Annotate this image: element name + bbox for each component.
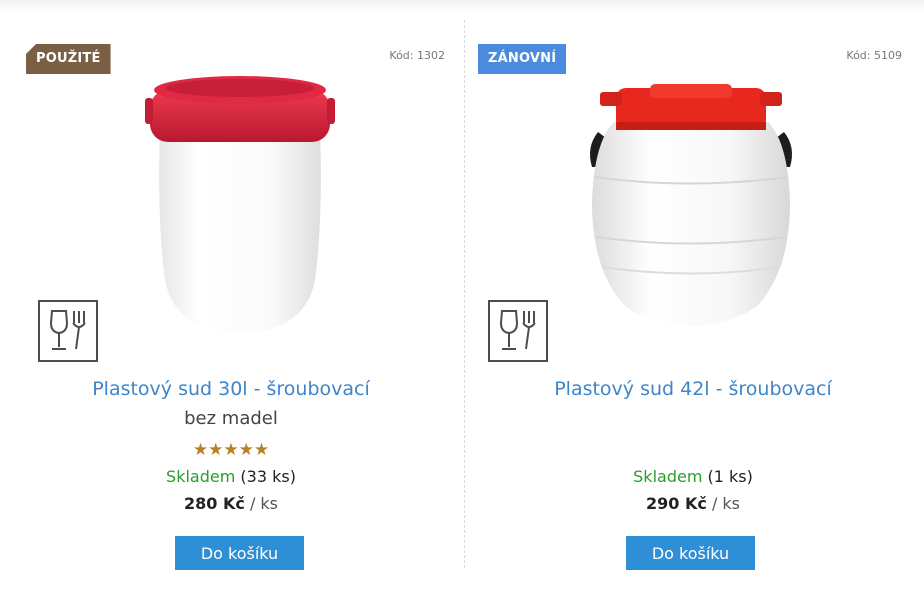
price-unit: / ks bbox=[711, 494, 741, 513]
price-info: 290 Kč / ks bbox=[462, 494, 924, 513]
product-code: Kód: 5109 bbox=[846, 49, 902, 62]
price-value: 290 Kč bbox=[645, 494, 707, 513]
food-safe-icon bbox=[488, 300, 548, 362]
price-value: 280 Kč bbox=[183, 494, 245, 513]
condition-badge: ZÁNOVNÍ bbox=[478, 44, 567, 74]
stock-status: Skladem bbox=[633, 467, 703, 486]
product-code-value: 5109 bbox=[874, 49, 902, 62]
product-name-link[interactable]: Plastový sud 30l - šroubovací bbox=[0, 378, 462, 400]
product-code: Kód: 1302 bbox=[389, 49, 445, 62]
product-card: ZÁNOVNÍ Kód: 5109 Plastový sud 42l - šro… bbox=[462, 0, 924, 594]
product-card: POUŽITÉ Kód: 1302 Plastový sud 30l - šro… bbox=[0, 0, 462, 594]
product-code-value: 1302 bbox=[417, 49, 445, 62]
stock-count: (33 ks) bbox=[240, 467, 296, 486]
stock-count: (1 ks) bbox=[707, 467, 753, 486]
product-image[interactable] bbox=[586, 82, 796, 327]
stock-info: Skladem (33 ks) bbox=[0, 467, 462, 486]
add-to-cart-button[interactable]: Do košíku bbox=[175, 536, 304, 570]
product-subtitle: bez madel bbox=[184, 408, 278, 429]
price-unit: / ks bbox=[249, 494, 279, 513]
food-safe-icon bbox=[38, 300, 98, 362]
product-image[interactable] bbox=[145, 70, 335, 335]
price-info: 280 Kč / ks bbox=[0, 494, 462, 513]
product-code-label: Kód: bbox=[389, 49, 414, 62]
product-code-label: Kód: bbox=[846, 49, 871, 62]
condition-badge: POUŽITÉ bbox=[26, 44, 111, 74]
stock-info: Skladem (1 ks) bbox=[462, 467, 924, 486]
rating-stars: ★★★★★ bbox=[192, 440, 270, 460]
stock-status: Skladem bbox=[166, 467, 236, 486]
product-name-link[interactable]: Plastový sud 42l - šroubovací bbox=[462, 378, 924, 400]
add-to-cart-button[interactable]: Do košíku bbox=[626, 536, 755, 570]
